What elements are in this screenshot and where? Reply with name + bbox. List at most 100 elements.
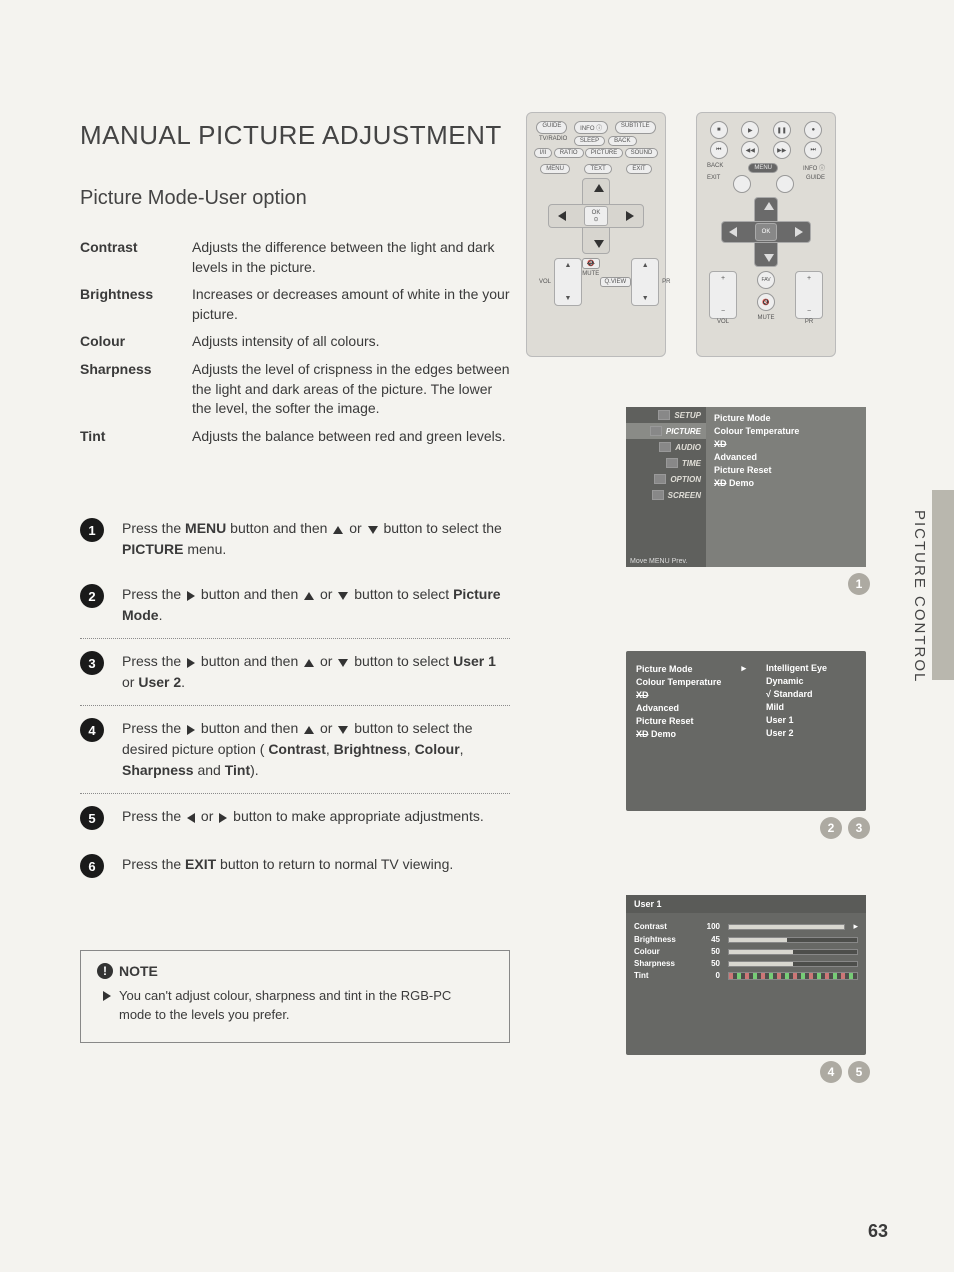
ok-button[interactable]: OK: [755, 223, 777, 241]
remote-control-1: GUIDE INFO ⓘ SUBTITLE TV/RADIO SLEEP BAC…: [526, 112, 666, 357]
osd-item: Colour Temperature: [714, 426, 858, 436]
pr-label: PR: [805, 319, 813, 325]
fav-button[interactable]: FAV: [757, 271, 775, 289]
triangle-up-icon: [304, 592, 314, 600]
page-subtitle: Picture Mode-User option: [80, 187, 510, 210]
note-box: ! NOTE You can't adjust colour, sharpnes…: [80, 950, 510, 1042]
triangle-down-icon: [338, 726, 348, 734]
osd-option: Mild: [766, 702, 856, 712]
triangle-right-icon: [187, 658, 195, 668]
triangle-up-icon: [304, 659, 314, 667]
step-text: Press the button and then or button to s…: [122, 718, 510, 781]
picture-button[interactable]: PICTURE: [585, 148, 623, 158]
definition-row: Contrast Adjusts the difference between …: [80, 238, 510, 277]
qview-button[interactable]: Q.VIEW: [600, 277, 632, 287]
pr-rocker[interactable]: ▲▼: [631, 258, 659, 306]
nav-left-icon[interactable]: [558, 211, 566, 221]
i-ii-button[interactable]: I/II: [534, 148, 553, 158]
nav-right-icon[interactable]: [795, 227, 803, 237]
volume-rocker[interactable]: +−: [709, 271, 737, 319]
osd-option: Dynamic: [766, 676, 856, 686]
osd-menu-item: AUDIO: [626, 439, 706, 455]
pause-button[interactable]: ❚❚: [773, 121, 791, 139]
step-text: Press the or button to make appropriate …: [122, 806, 510, 830]
osd-option-selected: √ Standard: [766, 689, 856, 699]
triangle-up-icon: [304, 726, 314, 734]
mute-button[interactable]: 🔇: [582, 258, 599, 269]
step-text: Press the MENU button and then or button…: [122, 518, 510, 560]
osd-option: User 2: [766, 728, 856, 738]
back-round-button[interactable]: [733, 175, 751, 193]
osd-item: XD: [714, 439, 858, 449]
rewind-button[interactable]: ◀◀: [741, 141, 759, 159]
osd-item: Picture Reset: [636, 716, 746, 726]
subtitle-button[interactable]: SUBTITLE: [615, 121, 656, 134]
remote-control-2: ■ ▶ ❚❚ ● ⏮ ◀◀ ▶▶ ⏭ BACK MENU INFO ⓘ: [696, 112, 836, 357]
mute-button[interactable]: 🔇: [757, 293, 775, 311]
info-button[interactable]: INFO ⓘ: [574, 121, 608, 134]
ratio-button[interactable]: RATIO: [554, 148, 584, 158]
back-button[interactable]: BACK: [608, 136, 636, 146]
record-button[interactable]: ●: [804, 121, 822, 139]
play-button[interactable]: ▶: [741, 121, 759, 139]
osd-screen-1: SETUP PICTURE AUDIO TIME OPTION SCREEN P…: [626, 407, 866, 567]
note-body: You can't adjust colour, sharpness and t…: [119, 987, 473, 1023]
tvradio-label: TV/RADIO: [539, 136, 567, 146]
sleep-button[interactable]: SLEEP: [574, 136, 605, 146]
triangle-left-icon: [187, 813, 195, 823]
param-row: Colour50: [634, 947, 858, 956]
info-round-button[interactable]: [776, 175, 794, 193]
nav-down-icon[interactable]: [764, 254, 774, 262]
definition-term: Colour: [80, 332, 192, 352]
osd-menu-item: TIME: [626, 455, 706, 471]
definition-desc: Adjusts the level of crispness in the ed…: [192, 360, 510, 419]
forward-button[interactable]: ▶▶: [773, 141, 791, 159]
definition-term: Tint: [80, 427, 192, 447]
nav-up-icon[interactable]: [594, 184, 604, 192]
osd-option: User 1: [766, 715, 856, 725]
nav-left-icon[interactable]: [729, 227, 737, 237]
menu-button[interactable]: MENU: [540, 164, 570, 174]
nav-down-icon[interactable]: [594, 240, 604, 248]
menu-button[interactable]: MENU: [748, 163, 778, 173]
definition-desc: Increases or decreases amount of white i…: [192, 285, 510, 324]
pr-label: PR: [662, 279, 670, 285]
text-button[interactable]: TEXT: [584, 164, 611, 174]
definition-row: Colour Adjusts intensity of all colours.: [80, 332, 510, 352]
ok-button[interactable]: OK⊙: [584, 206, 608, 226]
osd-screen-2: Picture Mode▸ Colour Temperature XD Adva…: [626, 651, 866, 811]
definition-desc: Adjusts intensity of all colours.: [192, 332, 510, 352]
step-number-2: 2: [80, 584, 104, 608]
nav-right-icon[interactable]: [626, 211, 634, 221]
skip-fwd-button[interactable]: ⏭: [804, 141, 822, 159]
step-text: Press the EXIT button to return to norma…: [122, 854, 510, 878]
definition-row: Tint Adjusts the balance between red and…: [80, 427, 510, 447]
side-tab: [932, 490, 954, 680]
osd-header: User 1: [626, 895, 866, 913]
exit-button[interactable]: EXIT: [626, 164, 651, 174]
osd-menu-item: OPTION: [626, 471, 706, 487]
mute-label: MUTE: [582, 271, 599, 277]
osd-item: XD: [636, 690, 746, 700]
triangle-right-icon: [219, 813, 227, 823]
nav-pad[interactable]: OK⊙: [548, 178, 644, 254]
ref-badge: 3: [848, 817, 870, 839]
sound-button[interactable]: SOUND: [625, 148, 659, 158]
steps-list: 1 Press the MENU button and then or butt…: [80, 506, 510, 890]
pr-rocker[interactable]: +−: [795, 271, 823, 319]
definition-desc: Adjusts the balance between red and gree…: [192, 427, 510, 447]
triangle-up-icon: [333, 526, 343, 534]
guide-button[interactable]: GUIDE: [536, 121, 567, 134]
stop-button[interactable]: ■: [710, 121, 728, 139]
skip-back-button[interactable]: ⏮: [710, 141, 728, 159]
nav-pad[interactable]: OK: [721, 197, 811, 267]
step-number-6: 6: [80, 854, 104, 878]
definition-desc: Adjusts the difference between the light…: [192, 238, 510, 277]
section-label: PICTURE CONTROL: [911, 510, 928, 683]
triangle-right-icon: [187, 725, 195, 735]
volume-rocker[interactable]: ▲▼: [554, 258, 582, 306]
osd-item: XD Demo: [714, 478, 858, 488]
osd-screen-3: User 1 Contrast100 ▸ Brightness45 Colour…: [626, 895, 866, 1055]
step-number-5: 5: [80, 806, 104, 830]
nav-up-icon[interactable]: [764, 202, 774, 210]
